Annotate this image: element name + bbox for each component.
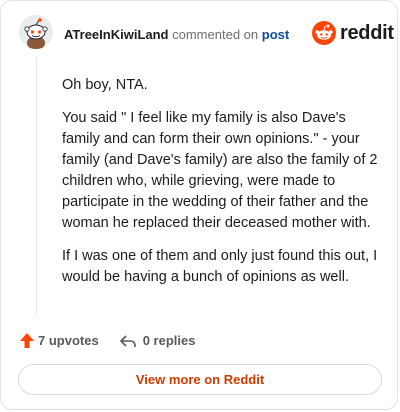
reply-arrow-icon [119,334,136,347]
user-avatar-icon[interactable] [19,15,53,49]
reddit-logo-icon [312,21,336,45]
comment-paragraph: If I was one of them and only just found… [62,248,378,285]
comment-header: ATreeInKiwiLand commented on post [64,27,289,42]
username-link[interactable]: ATreeInKiwiLand [64,27,169,42]
commented-on-text: commented on [172,27,259,42]
comment-paragraph: Oh boy, NTA. [62,77,148,93]
upvote-arrow-icon [20,333,34,348]
reply-count: 0 replies [142,333,196,348]
post-link[interactable]: post [262,27,289,42]
view-more-button[interactable]: View more on Reddit [18,364,382,395]
comment-body: Oh boy, NTA. You said " I feel like my f… [62,75,380,300]
comment-footer: 7 upvotes 0 replies [19,332,195,349]
reddit-wordmark: reddit [340,21,394,44]
reddit-logo[interactable]: reddit [312,21,394,45]
comment-paragraph: You said " I feel like my family is also… [62,110,378,231]
comment-card: ATreeInKiwiLand commented on post reddit… [0,0,398,410]
upvote-count: 7 upvotes [38,333,99,348]
reply-group[interactable]: 0 replies [119,333,196,349]
thread-line [36,57,37,315]
upvote-group[interactable]: 7 upvotes [19,332,99,349]
